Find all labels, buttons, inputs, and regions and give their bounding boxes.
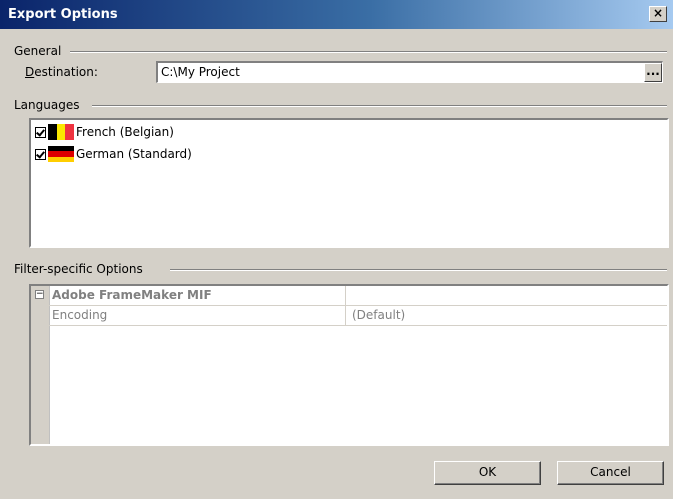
german-standard-checkbox[interactable] [35, 148, 46, 160]
general-group-label: General [14, 44, 68, 58]
column-separator [345, 286, 346, 305]
filter-options-grid[interactable]: − Adobe FrameMaker MIF Encoding (Default… [29, 284, 669, 446]
french-belgian-checkbox[interactable] [35, 126, 46, 138]
languages-group-divider [92, 105, 667, 107]
belgium-flag-icon [48, 124, 75, 140]
table-row[interactable]: Encoding (Default) [49, 306, 667, 326]
browse-ellipsis-icon: ... [646, 64, 660, 78]
title-bar: Export Options × [0, 0, 673, 29]
languages-list[interactable]: French (Belgian) German (Standard) [29, 118, 669, 248]
languages-group-label: Languages [14, 98, 86, 112]
browse-button[interactable]: ... [644, 63, 662, 82]
destination-field[interactable]: C:\My Project ... [156, 61, 663, 83]
property-value[interactable]: (Default) [352, 308, 405, 322]
category-label: Adobe FrameMaker MIF [52, 288, 212, 302]
general-group-divider [70, 51, 667, 53]
destination-label-text: estination: [34, 65, 98, 79]
germany-flag-icon [48, 146, 74, 162]
destination-value[interactable]: C:\My Project [161, 65, 240, 79]
ok-button[interactable]: OK [434, 461, 541, 485]
window-title: Export Options [8, 7, 118, 22]
french-belgian-label: French (Belgian) [76, 125, 174, 139]
collapse-icon[interactable]: − [35, 290, 44, 299]
list-item-french-belgian[interactable]: French (Belgian) [35, 123, 174, 141]
german-standard-label: German (Standard) [76, 147, 192, 161]
destination-label-mnemonic: D [25, 65, 35, 79]
filter-group-label: Filter-specific Options [14, 262, 149, 276]
property-name: Encoding [52, 308, 108, 322]
column-separator [345, 306, 346, 325]
list-item-german-standard[interactable]: German (Standard) [35, 145, 192, 163]
grid-gutter: − [31, 286, 50, 444]
filter-group-divider [170, 269, 667, 271]
close-button[interactable]: × [649, 6, 667, 22]
cancel-button[interactable]: Cancel [557, 461, 664, 485]
destination-label: Destination: [25, 65, 98, 79]
grid-category-row[interactable]: Adobe FrameMaker MIF [49, 286, 667, 306]
close-icon: × [652, 6, 664, 20]
